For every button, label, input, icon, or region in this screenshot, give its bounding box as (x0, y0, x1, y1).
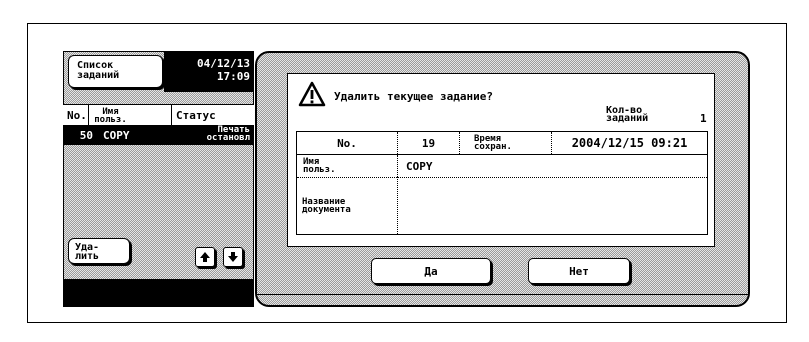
document-name-value (397, 177, 707, 234)
saved-time-label-line2: сохран. (474, 142, 512, 152)
header-user-line2: польз. (94, 114, 127, 125)
job-count-value: 1 (700, 112, 707, 125)
user-value: COPY (397, 155, 707, 177)
job-info-table: No. 19 Время сохран. 2004/12/15 09:21 Им… (296, 131, 708, 235)
scroll-down-button[interactable] (223, 247, 243, 267)
job-count-label: Кол-во заданий (606, 106, 649, 124)
arrow-up-icon (200, 252, 210, 262)
document-name-label-line2: документа (302, 205, 351, 215)
clock-time: 17:09 (216, 70, 250, 83)
job-status: Печать остановл (185, 126, 250, 143)
header-no: No. (67, 109, 87, 122)
dialog-divider (256, 294, 749, 295)
saved-time-label: Время сохран. (459, 132, 551, 154)
no-value: 19 (397, 132, 459, 154)
document-name-label: Название документа (297, 177, 397, 234)
header-status: Статус (171, 105, 254, 126)
user-label: Имя польз. (297, 155, 397, 177)
no-button[interactable]: Нет (528, 258, 630, 284)
job-count-label-line2: заданий (606, 113, 649, 124)
user-label-line2: польз. (303, 165, 336, 175)
job-status-line2: остановл (206, 133, 250, 143)
dialog-message: Удалить текущее задание? (334, 90, 493, 103)
clock: 04/12/13 17:09 (168, 57, 250, 83)
warning-icon (298, 81, 326, 107)
job-number: 50 (79, 129, 93, 142)
clock-date: 04/12/13 (197, 57, 250, 70)
saved-time-value: 2004/12/15 09:21 (551, 132, 707, 154)
job-list-header: No. Имя польз. Статус (63, 104, 254, 126)
scroll-up-button[interactable] (195, 247, 215, 267)
yes-button[interactable]: Да (371, 258, 491, 284)
header-user: Имя польз. (88, 105, 130, 126)
job-user: COPY (103, 129, 130, 142)
job-list-label-line2: заданий (77, 70, 120, 81)
no-label: No. (337, 136, 357, 150)
delete-label-line2: лить (75, 251, 100, 262)
arrow-down-icon (228, 252, 238, 262)
table-row[interactable]: 50 COPY Печать остановл (63, 126, 254, 145)
panel-footer (63, 279, 254, 307)
job-list-button[interactable]: Список заданий (68, 55, 163, 88)
delete-button[interactable]: Уда- лить (68, 238, 130, 264)
